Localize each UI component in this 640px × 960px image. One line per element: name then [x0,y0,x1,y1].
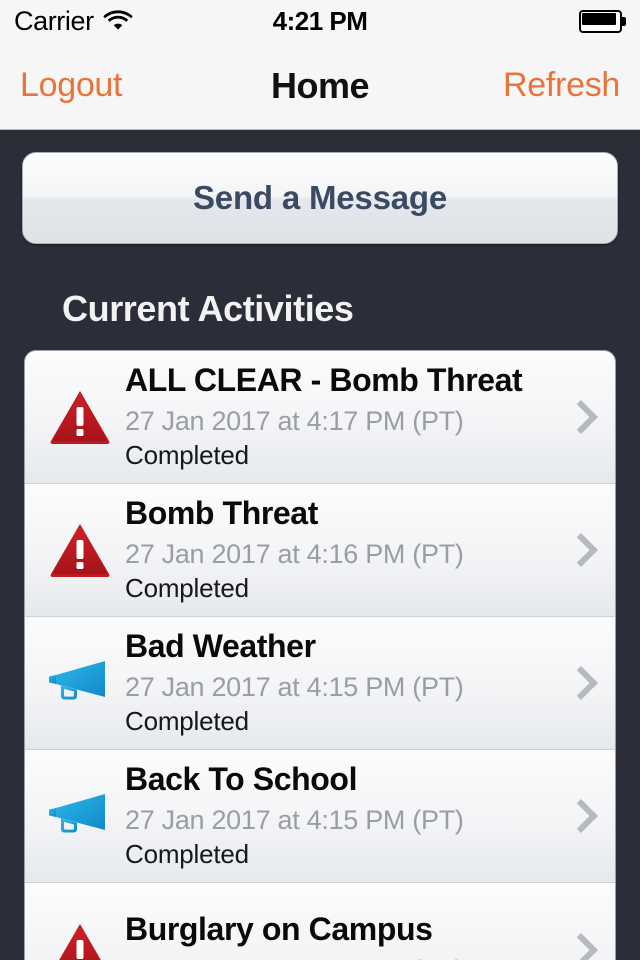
activity-text: Burglary on Campus 27 Jan 2017 at 4:14 PM… [119,911,615,960]
activity-text: Back To School 27 Jan 2017 at 4:15 PM (PT… [119,761,615,870]
battery-full-icon [579,9,626,33]
activity-text: Bad Weather 27 Jan 2017 at 4:15 PM (PT) Co… [119,628,615,737]
chevron-right-icon[interactable] [567,664,589,702]
status-bar-right [579,9,626,33]
status-bar: Carrier 4:21 PM [0,0,640,42]
activity-status: Completed [125,706,249,737]
activity-status: Completed [125,440,249,471]
activity-timestamp: 27 Jan 2017 at 4:16 PM (PT) [125,539,464,570]
activity-title: Bad Weather [125,628,316,665]
activity-title: Bomb Threat [125,495,318,532]
warning-triangle-icon [41,389,119,445]
activity-timestamp: 27 Jan 2017 at 4:17 PM (PT) [125,406,464,437]
activity-timestamp: 27 Jan 2017 at 4:15 PM (PT) [125,672,464,703]
activity-text: Bomb Threat 27 Jan 2017 at 4:16 PM (PT) Co… [119,495,615,604]
send-message-container: Send a Message [0,130,640,244]
wifi-icon [103,8,133,35]
send-message-button[interactable]: Send a Message [22,152,618,244]
current-activities-heading: Current Activities [62,288,354,329]
activity-text: ALL CLEAR - Bomb Threat 27 Jan 2017 at 4:… [119,362,615,471]
chevron-right-icon[interactable] [567,931,589,960]
carrier-label: Carrier [14,5,94,36]
megaphone-icon [41,657,119,709]
navigation-bar: Logout Home Refresh [0,42,640,130]
chevron-right-icon[interactable] [567,398,589,436]
activity-status: Completed [125,839,249,870]
activity-title: Burglary on Campus [125,911,433,948]
activity-row[interactable]: Burglary on Campus 27 Jan 2017 at 4:14 PM… [25,883,615,960]
activity-timestamp: 27 Jan 2017 at 4:14 PM (PT) [125,952,555,960]
activity-title: ALL CLEAR - Bomb Threat [125,362,523,399]
status-bar-left: Carrier [14,6,133,37]
logout-button[interactable]: Logout [18,62,124,109]
chevron-right-icon[interactable] [567,797,589,835]
chevron-right-icon[interactable] [567,531,589,569]
warning-triangle-icon [41,922,119,960]
activity-row[interactable]: Bad Weather 27 Jan 2017 at 4:15 PM (PT) Co… [25,617,615,750]
activity-row[interactable]: ALL CLEAR - Bomb Threat 27 Jan 2017 at 4:… [25,351,615,484]
activity-row[interactable]: Bomb Threat 27 Jan 2017 at 4:16 PM (PT) Co… [25,484,615,617]
megaphone-icon [41,790,119,842]
activity-timestamp: 27 Jan 2017 at 4:15 PM (PT) [125,805,464,836]
refresh-button[interactable]: Refresh [501,62,622,109]
activity-row[interactable]: Back To School 27 Jan 2017 at 4:15 PM (PT… [25,750,615,883]
activity-title: Back To School [125,761,358,798]
activity-status: Completed [125,573,249,604]
warning-triangle-icon [41,522,119,578]
app-screen: Carrier 4:21 PM Logout Home Refresh Send… [0,0,640,960]
activity-list: ALL CLEAR - Bomb Threat 27 Jan 2017 at 4:… [24,350,616,960]
